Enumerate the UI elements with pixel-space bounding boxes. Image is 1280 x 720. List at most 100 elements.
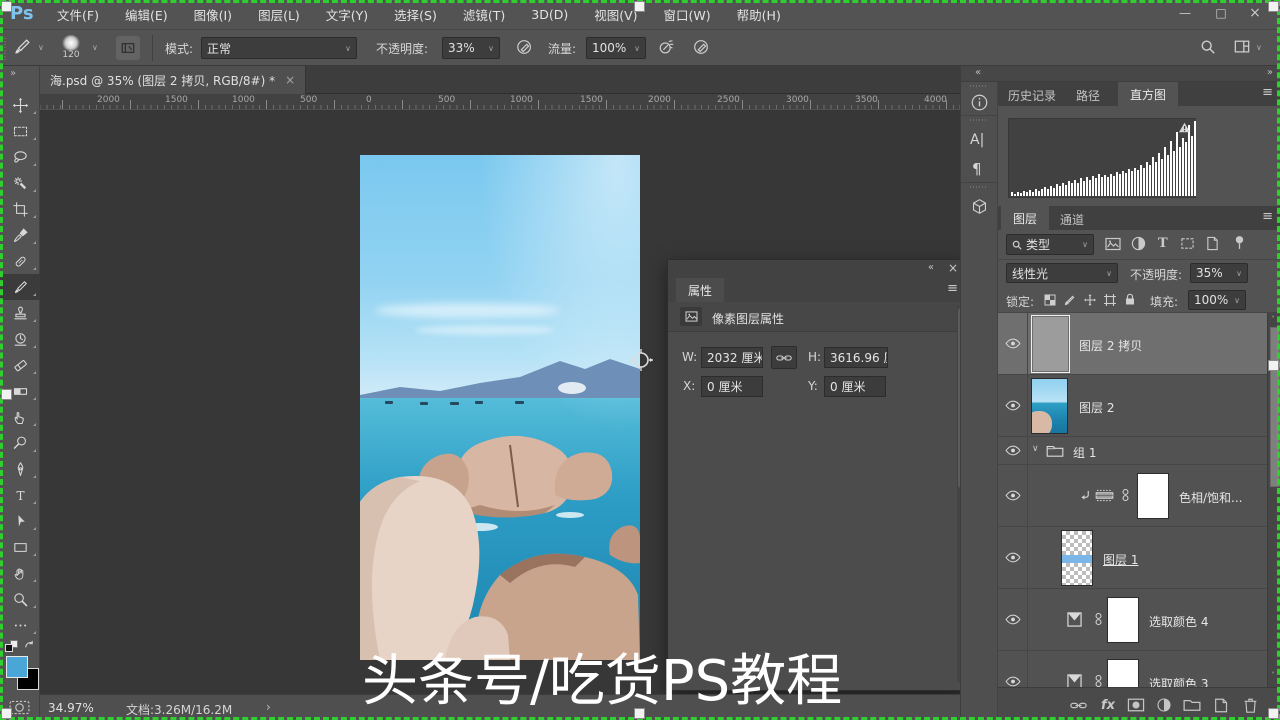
close-panel-icon[interactable]: × [948, 261, 958, 275]
layer-thumbnail[interactable] [1031, 378, 1068, 434]
visibility-toggle[interactable] [998, 651, 1028, 687]
menu-layer[interactable]: 图层(L) [245, 5, 313, 24]
path-select-tool[interactable] [0, 508, 40, 534]
scrollbar-thumb[interactable] [958, 308, 960, 488]
fx-icon[interactable]: fx [1098, 696, 1118, 714]
layer-row[interactable]: 图层 2 拷贝 [998, 313, 1267, 375]
airbrush-icon[interactable] [658, 38, 676, 59]
quick-mask-icon[interactable] [9, 700, 30, 718]
capture-handle[interactable] [1268, 360, 1279, 371]
character-panel-icon[interactable]: A| [970, 132, 984, 148]
new-layer-icon[interactable] [1211, 696, 1231, 714]
dodge-tool[interactable] [0, 430, 40, 456]
pen-tool[interactable] [0, 456, 40, 482]
capture-handle[interactable] [1, 708, 12, 719]
visibility-toggle[interactable] [998, 313, 1028, 374]
lock-artboard-icon[interactable] [1104, 294, 1116, 309]
more-tool[interactable] [0, 612, 40, 638]
crop-tool[interactable] [0, 196, 40, 222]
canvas-image[interactable] [360, 155, 640, 660]
scroll-down-icon[interactable]: ˅ [1271, 671, 1275, 680]
default-colors-icon[interactable] [5, 644, 13, 652]
panel-menu-icon[interactable]: ≡ [1262, 209, 1273, 224]
pressure-size-icon[interactable] [692, 38, 710, 59]
layer-name[interactable]: 选取颜色 4 [1149, 613, 1208, 630]
tab-channels[interactable]: 通道 [1060, 211, 1084, 228]
info-panel-icon[interactable] [971, 94, 988, 114]
maximize-button[interactable]: □ [1206, 6, 1236, 20]
quick-select-tool[interactable] [0, 170, 40, 196]
panel-menu-icon[interactable]: ≡ [1262, 85, 1273, 100]
document-tab[interactable]: 海.psd @ 35% (图层 2 拷贝, RGB/8#) * × [40, 66, 307, 94]
shape-tool[interactable] [0, 534, 40, 560]
foreground-color-swatch[interactable] [6, 656, 28, 678]
height-input[interactable]: 3616.96 厘米 [824, 347, 888, 368]
close-button[interactable]: × [1240, 5, 1270, 21]
layer-thumbnail[interactable] [1061, 530, 1093, 586]
brush-preview[interactable] [62, 35, 80, 51]
3d-panel-icon[interactable] [971, 198, 988, 218]
lock-all-icon[interactable] [1124, 293, 1136, 309]
layer-thumbnail[interactable] [1031, 315, 1070, 373]
y-input[interactable]: 0 厘米 [824, 376, 886, 397]
filter-pin-icon[interactable] [1234, 235, 1245, 253]
menu-filter[interactable]: 滤镜(T) [450, 5, 518, 24]
type-tool[interactable]: T [0, 482, 40, 508]
layer-row[interactable]: 图层 2 [998, 375, 1267, 437]
blend-mode-select[interactable]: 正常 ∨ [201, 37, 357, 59]
add-adjustment-icon[interactable] [1154, 696, 1174, 714]
menu-image[interactable]: 图像(I) [181, 5, 245, 24]
lasso-tool[interactable] [0, 144, 40, 170]
link-dimensions-button[interactable] [771, 346, 797, 369]
healing-brush-tool[interactable] [0, 248, 40, 274]
layer-name[interactable]: 选取颜色 3 [1149, 675, 1208, 687]
capture-handle[interactable] [634, 708, 645, 719]
scrollbar-thumb[interactable] [1270, 327, 1280, 487]
chevron-down-icon[interactable]: ∨ [38, 43, 44, 52]
properties-scrollbar[interactable] [957, 306, 960, 682]
search-icon[interactable] [1200, 39, 1216, 58]
layer-name[interactable]: 图层 2 [1079, 399, 1114, 416]
visibility-toggle[interactable] [998, 437, 1028, 464]
expand-group-icon[interactable]: ∨ [1032, 444, 1039, 454]
zoom-level-field[interactable]: 34.97% [48, 701, 94, 715]
adjustment-layer-row[interactable]: 选取颜色 4 [998, 589, 1267, 651]
capture-handle[interactable] [634, 1, 645, 12]
menu-file[interactable]: 文件(F) [44, 5, 112, 24]
collapse-tools-icon[interactable]: » [10, 68, 16, 79]
menu-help[interactable]: 帮助(H) [724, 5, 794, 24]
width-input[interactable]: 2032 厘米 [701, 347, 763, 368]
paragraph-panel-icon[interactable]: ¶ [972, 160, 982, 178]
collapse-dock-right-icon[interactable]: » [1267, 67, 1273, 78]
filter-adjustment-icon[interactable] [1131, 236, 1146, 254]
visibility-toggle[interactable] [998, 527, 1028, 588]
layer-name[interactable]: 色相/饱和... [1179, 489, 1243, 506]
filter-type-icon[interactable]: T [1158, 236, 1168, 251]
filter-image-icon[interactable] [1105, 237, 1121, 254]
group-row[interactable]: ∨ 组 1 [998, 437, 1267, 465]
menu-type[interactable]: 文字(Y) [313, 5, 381, 24]
pressure-opacity-icon[interactable] [516, 38, 534, 59]
layer-name[interactable]: 图层 2 拷贝 [1079, 337, 1142, 354]
scroll-up-icon[interactable]: ˄ [1271, 315, 1275, 324]
collapse-panel-icon[interactable]: « [928, 262, 934, 273]
pasteboard[interactable]: « × 属性 ≡ 像素图层属性 W: 2032 厘米 H: 3616.96 X:… [40, 110, 960, 694]
layer-mask-thumbnail[interactable] [1107, 597, 1139, 643]
lock-transparent-icon[interactable] [1044, 294, 1056, 309]
add-mask-icon[interactable] [1126, 696, 1146, 714]
capture-handle[interactable] [1, 1, 12, 12]
collapse-dock-left-icon[interactable]: « [975, 67, 981, 78]
swap-colors-icon[interactable] [24, 640, 35, 654]
brush-tool[interactable] [0, 274, 40, 300]
chevron-down-icon[interactable]: ∨ [92, 43, 98, 52]
link-layers-icon[interactable] [1068, 696, 1088, 714]
minimize-button[interactable]: — [1170, 6, 1200, 20]
tab-layers[interactable]: 图层 [1001, 206, 1050, 230]
warning-icon[interactable] [1178, 122, 1191, 133]
move-tool[interactable] [0, 92, 40, 118]
clone-stamp-tool[interactable] [0, 300, 40, 326]
capture-handle[interactable] [1268, 1, 1279, 12]
tab-paths[interactable]: 路径 [1076, 87, 1100, 104]
brush-tool-preset-icon[interactable] [12, 37, 34, 59]
layer-mask-thumbnail[interactable] [1137, 473, 1169, 519]
